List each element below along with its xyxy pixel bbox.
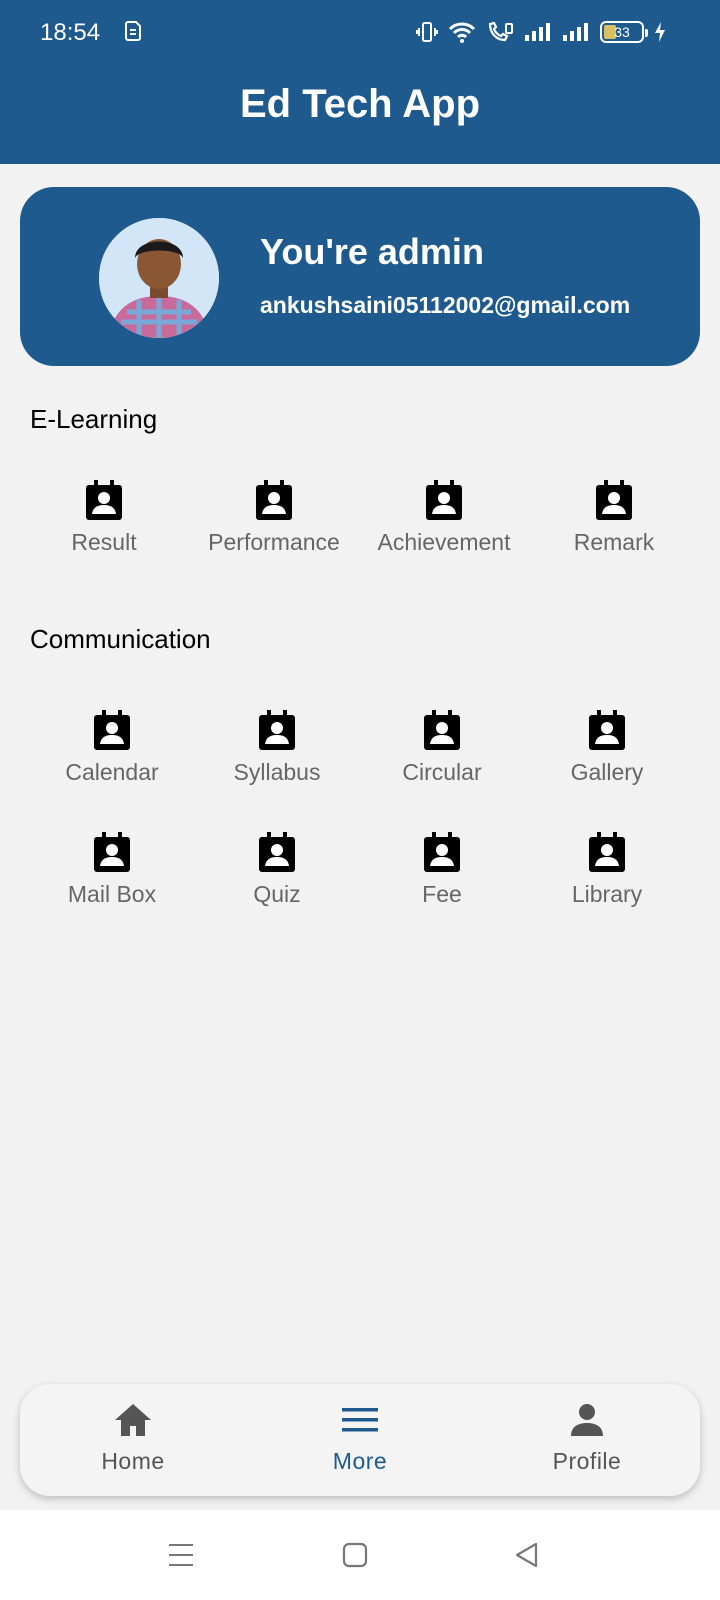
menu-icon [342, 1408, 378, 1432]
grid-item-quiz[interactable]: Quiz [192, 832, 362, 908]
section-title-elearning: E-Learning [30, 404, 158, 434]
grid-item-achievement[interactable]: Achievement [359, 480, 529, 556]
grid-item-mail-box[interactable]: Mail Box [27, 832, 197, 908]
contact-calendar-icon [86, 480, 122, 520]
nav-label: More [332, 1448, 388, 1474]
grid-item-label: Performance [208, 529, 340, 555]
grid-item-gallery[interactable]: Gallery [522, 710, 692, 786]
profile-card[interactable]: You're admin ankushsaini05112002@gmail.c… [20, 187, 700, 366]
home-icon [115, 1404, 151, 1436]
contact-calendar-icon [259, 710, 295, 750]
home-button-icon[interactable] [342, 1542, 368, 1568]
contact-calendar-icon [424, 832, 460, 872]
status-icons: 33 [416, 18, 666, 46]
grid-item-label: Calendar [65, 759, 159, 785]
contact-calendar-icon [596, 480, 632, 520]
grid-item-library[interactable]: Library [522, 832, 692, 908]
profile-title: You're admin [260, 231, 484, 272]
grid-item-label: Result [71, 529, 137, 555]
contact-calendar-icon [589, 710, 625, 750]
signal-icon-2 [563, 23, 588, 41]
nav-profile[interactable]: Profile [507, 1402, 667, 1475]
grid-item-label: Gallery [570, 759, 644, 785]
vibrate-icon [416, 22, 438, 42]
charging-icon [655, 22, 665, 42]
nav-more[interactable]: More [280, 1402, 440, 1475]
contact-calendar-icon [589, 832, 625, 872]
grid-item-circular[interactable]: Circular [357, 710, 527, 786]
contact-calendar-icon [424, 710, 460, 750]
contact-calendar-icon [256, 480, 292, 520]
grid-item-label: Remark [573, 529, 655, 555]
contact-calendar-icon [94, 710, 130, 750]
grid-item-label: Mail Box [67, 881, 157, 907]
sim-icon [125, 21, 141, 41]
grid-item-calendar[interactable]: Calendar [27, 710, 197, 786]
system-nav-bar [0, 1510, 720, 1600]
grid-item-syllabus[interactable]: Syllabus [192, 710, 362, 786]
app-bar: 18:54 33 Ed Tech App [0, 0, 720, 164]
recent-apps-icon[interactable] [168, 1542, 194, 1568]
wifi-icon [448, 22, 476, 43]
contact-calendar-icon [94, 832, 130, 872]
avatar[interactable] [99, 218, 219, 338]
wifi-call-icon [488, 21, 513, 42]
contact-calendar-icon [259, 832, 295, 872]
grid-item-label: Library [571, 881, 643, 907]
signal-icon [525, 23, 550, 41]
section-title-communication: Communication [30, 624, 211, 654]
contact-calendar-icon [426, 480, 462, 520]
grid-item-result[interactable]: Result [19, 480, 189, 556]
battery-level: 33 [614, 24, 630, 40]
grid-item-performance[interactable]: Performance [189, 480, 359, 556]
grid-item-label: Syllabus [233, 759, 321, 785]
grid-item-label: Fee [422, 881, 462, 907]
page-title: Ed Tech App [240, 82, 480, 126]
nav-label: Profile [552, 1448, 622, 1474]
nav-home[interactable]: Home [53, 1402, 213, 1475]
grid-item-label: Quiz [253, 881, 301, 907]
grid-item-label: Circular [402, 759, 482, 785]
avatar-photo [99, 218, 219, 338]
grid-item-label: Achievement [377, 529, 511, 555]
bottom-nav: Home More Profile [20, 1384, 700, 1496]
grid-item-remark[interactable]: Remark [529, 480, 699, 556]
status-bar: 18:54 33 [0, 0, 720, 64]
status-time: 18:54 [40, 19, 101, 46]
grid-item-fee[interactable]: Fee [357, 832, 527, 908]
person-icon [571, 1404, 603, 1436]
profile-email: ankushsaini05112002@gmail.com [260, 292, 631, 318]
back-icon[interactable] [514, 1542, 540, 1568]
nav-label: Home [101, 1448, 165, 1474]
battery-icon: 33 [600, 21, 648, 43]
